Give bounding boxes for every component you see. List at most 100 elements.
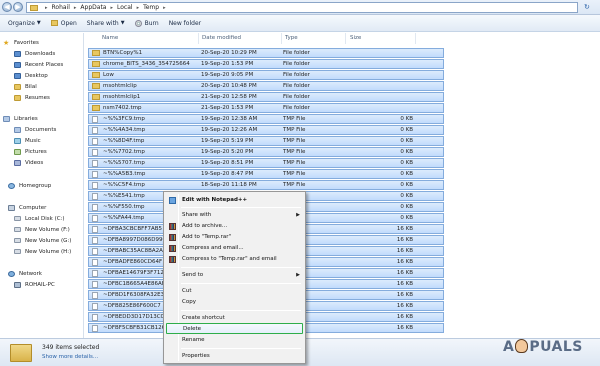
file-name: msohtmlclip1 (103, 94, 141, 100)
file-size: 16 KB (396, 314, 413, 320)
open-button[interactable]: Open (50, 20, 77, 27)
nav-label: Music (25, 137, 41, 144)
file-size: 16 KB (396, 281, 413, 287)
nav-bilal[interactable]: Bilal (14, 82, 37, 91)
menu-add-to-temp-rar[interactable]: Add to "Temp.rar" (166, 232, 303, 242)
menu-send-to[interactable]: Send to ▶ (166, 270, 303, 280)
column-divider[interactable] (345, 33, 346, 44)
organize-button[interactable]: Organize ▼ (8, 20, 41, 27)
submenu-arrow-icon: ▶ (296, 272, 300, 278)
file-icon (92, 192, 98, 200)
nav-volume-f[interactable]: New Volume (F:) (14, 225, 70, 234)
file-type: TMP File (283, 127, 306, 133)
burn-button[interactable]: Burn (134, 19, 159, 27)
column-divider[interactable] (198, 33, 199, 44)
nav-libraries[interactable]: Libraries (3, 114, 38, 123)
nav-volume-g[interactable]: New Volume (G:) (14, 236, 71, 245)
menu-properties[interactable]: Properties (166, 351, 303, 361)
nav-music[interactable]: Music (14, 136, 41, 145)
column-header-date[interactable]: Date modified (202, 35, 241, 41)
chevron-right-icon[interactable]: ▸ (163, 5, 166, 11)
menu-compress-and-email[interactable]: Compress and email... (166, 243, 303, 253)
breadcrumb[interactable]: ▸ Rohail ▸ AppData ▸ Local ▸ Temp ▸ (26, 2, 578, 13)
table-row[interactable]: ~%%8D4F.tmp 19-Sep-20 5:19 PM TMP File 0 KB (88, 136, 444, 146)
videos-icon (14, 159, 21, 166)
file-icon (92, 247, 98, 255)
nav-documents[interactable]: Documents (14, 125, 56, 134)
forward-button[interactable]: ▶ (13, 2, 23, 12)
table-row[interactable]: chrome_BITS_3436_354725664 19-Sep-20 1:53… (88, 59, 444, 69)
file-name: ~DFBABC35AC8BA2A (103, 248, 163, 254)
nav-pictures[interactable]: Pictures (14, 147, 47, 156)
nav-volume-h[interactable]: New Volume (H:) (14, 247, 71, 256)
new-folder-button[interactable]: New folder (169, 20, 201, 27)
menu-create-shortcut[interactable]: Create shortcut (166, 313, 303, 323)
nav-desktop[interactable]: Desktop (14, 71, 48, 80)
menu-share-with[interactable]: Share with ▶ (166, 210, 303, 220)
table-row[interactable]: ~%%4A34.tmp 19-Sep-20 12:26 AM TMP File 0 K… (88, 125, 444, 135)
table-row[interactable]: ~%%A5B3.tmp 19-Sep-20 8:47 PM TMP File 0 KB (88, 169, 444, 179)
column-divider[interactable] (281, 33, 282, 44)
nav-network[interactable]: Network (8, 269, 42, 278)
nav-resumes[interactable]: Resumes (14, 93, 50, 102)
share-with-button[interactable]: Share with ▼ (87, 20, 125, 27)
breadcrumb-rohail[interactable]: Rohail (52, 4, 70, 11)
nav-local-disk[interactable]: Local Disk (C:) (14, 214, 65, 223)
nav-videos[interactable]: Videos (14, 158, 43, 167)
table-row[interactable]: nsm7402.tmp 21-Sep-20 1:53 PM File folder (88, 103, 444, 113)
nav-homegroup[interactable]: Homegroup (8, 181, 51, 190)
table-row[interactable]: ~%%5707.tmp 19-Sep-20 8:51 PM TMP File 0 KB (88, 158, 444, 168)
file-icon (92, 236, 98, 244)
command-bar: Organize ▼ Open Share with ▼ Burn New fo… (0, 15, 600, 32)
menu-label: Edit with Notepad++ (182, 197, 248, 203)
column-header-name[interactable]: Name (102, 35, 118, 41)
table-row[interactable]: msohtmlclip 20-Sep-20 10:48 PM File folder (88, 81, 444, 91)
breadcrumb-appdata[interactable]: AppData (80, 4, 106, 11)
table-row[interactable]: ~%%3FC9.tmp 19-Sep-20 12:38 AM TMP File 0 K… (88, 114, 444, 124)
menu-cut[interactable]: Cut (166, 286, 303, 296)
chevron-right-icon[interactable]: ▸ (74, 5, 77, 11)
file-date: 18-Sep-20 11:18 PM (201, 182, 257, 188)
column-header-size[interactable]: Size (350, 35, 361, 41)
folder-icon (92, 94, 100, 100)
menu-copy[interactable]: Copy (166, 297, 303, 307)
table-row[interactable]: ~%%C5F4.tmp 18-Sep-20 11:18 PM TMP File 0 K… (88, 180, 444, 190)
new-folder-label: New folder (168, 19, 202, 27)
table-row[interactable]: Low 19-Sep-20 9:05 PM File folder (88, 70, 444, 80)
show-more-details-link[interactable]: Show more details... (42, 354, 98, 360)
menu-delete[interactable]: Delete (166, 323, 303, 334)
nav-computer[interactable]: Computer (8, 203, 46, 212)
nav-label: Bilal (25, 83, 37, 90)
file-type: File folder (283, 83, 310, 89)
file-name: ~DFBADFE860CD64F (103, 259, 163, 265)
breadcrumb-temp[interactable]: Temp (143, 4, 159, 11)
file-size: 0 KB (400, 193, 413, 199)
file-name: ~%%3FC9.tmp (103, 116, 145, 122)
drive-icon (14, 216, 21, 221)
nav-label: Videos (25, 159, 44, 166)
nav-favorites[interactable]: ★ Favorites (3, 38, 39, 47)
column-divider[interactable] (415, 33, 416, 44)
nav-recent-places[interactable]: Recent Places (14, 60, 63, 69)
table-row[interactable]: BTN%Copy%1 20-Sep-20 10:29 PM File folder (88, 48, 444, 58)
menu-rename[interactable]: Rename (166, 335, 303, 345)
breadcrumb-local[interactable]: Local (117, 4, 133, 11)
chevron-right-icon[interactable]: ▸ (110, 5, 113, 11)
menu-edit-with-notepad[interactable]: Edit with Notepad++ (166, 195, 303, 205)
nav-downloads[interactable]: Downloads (14, 49, 55, 58)
file-icon (92, 269, 98, 277)
nav-rohail-pc[interactable]: ROHAIL-PC (14, 280, 55, 289)
menu-add-to-archive[interactable]: Add to archive... (166, 221, 303, 231)
back-button[interactable]: ◀ (2, 2, 12, 12)
menu-compress-to-temp-and-email[interactable]: Compress to "Temp.rar" and email (166, 254, 303, 264)
file-icon (92, 148, 98, 156)
refresh-icon[interactable]: ↻ (584, 3, 594, 12)
file-icon (92, 225, 98, 233)
file-date: 19-Sep-20 8:47 PM (201, 171, 254, 177)
column-header-type[interactable]: Type (285, 35, 298, 41)
file-type: File folder (283, 105, 310, 111)
chevron-right-icon[interactable]: ▸ (137, 5, 140, 11)
file-type: TMP File (283, 171, 306, 177)
table-row[interactable]: msohtmlclip1 21-Sep-20 12:58 PM File folde… (88, 92, 444, 102)
table-row[interactable]: ~%%7702.tmp 19-Sep-20 5:20 PM TMP File 0 KB (88, 147, 444, 157)
